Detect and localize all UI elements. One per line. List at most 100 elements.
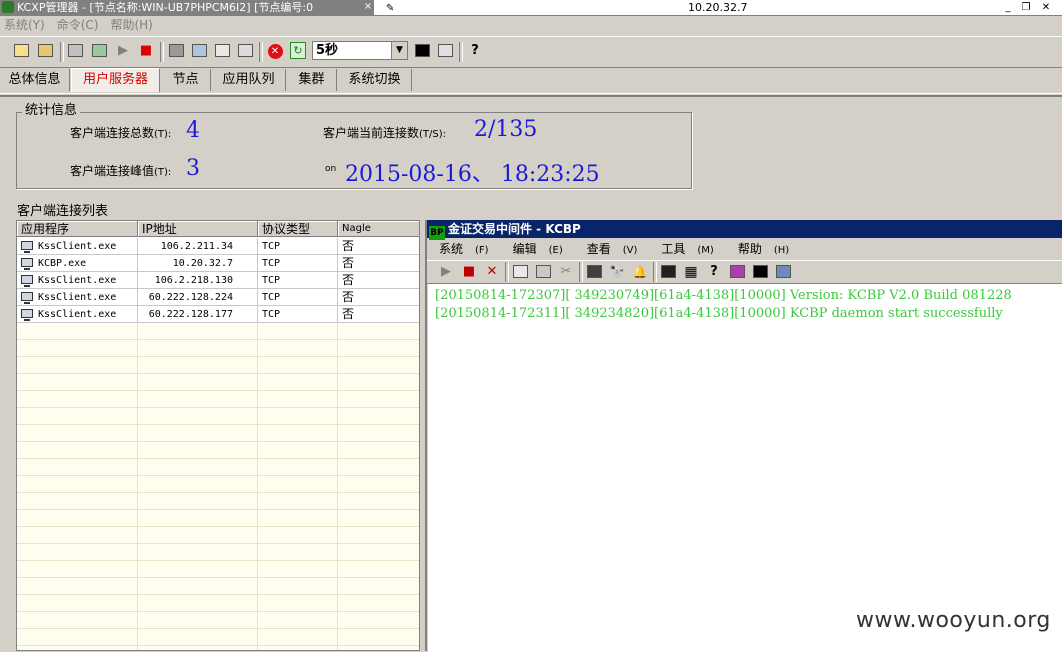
pin-icon[interactable]: ✎ xyxy=(386,1,394,16)
app-icon xyxy=(2,1,14,13)
console-title-bar[interactable]: BP 金证交易中间件 - KCBP xyxy=(427,220,1062,240)
console-menu-system[interactable]: 系统 (F) xyxy=(433,240,495,260)
column-header-nagle[interactable]: Nagle xyxy=(338,221,419,237)
toolbar-separator xyxy=(160,42,164,62)
console-menu-view[interactable]: 查看 (V) xyxy=(581,240,644,260)
console-terminal-icon[interactable] xyxy=(751,263,769,281)
table-row[interactable]: KssClient.exe 106.2.218.130 TCP 否 xyxy=(17,272,419,289)
computer-icon xyxy=(21,292,33,304)
chevron-down-icon[interactable]: ▼ xyxy=(391,42,407,59)
client-list-header: 应用程序 IP地址 协议类型 Nagle xyxy=(17,221,419,237)
table-row[interactable]: KssClient.exe 60.222.128.177 TCP 否 xyxy=(17,306,419,323)
console-menu-help[interactable]: 帮助 (H) xyxy=(732,240,795,260)
kcbp-app-icon: BP xyxy=(429,226,445,240)
menu-system[interactable]: 系统(Y) xyxy=(4,16,45,34)
cell-app-text: KCBP.exe xyxy=(38,258,87,269)
save-icon[interactable] xyxy=(36,42,54,60)
console-monitor-icon[interactable] xyxy=(659,263,677,281)
stop-icon[interactable]: ■ xyxy=(137,42,155,60)
menu-help[interactable]: 帮助(H) xyxy=(110,16,152,34)
client-list-caption: 客户端连接列表 xyxy=(17,204,109,219)
console-play-icon[interactable]: ▶ xyxy=(437,263,455,281)
console-bell-icon[interactable]: 🔔 xyxy=(631,263,649,281)
disk-icon[interactable] xyxy=(66,42,84,60)
console-stop-icon[interactable]: ■ xyxy=(460,263,478,281)
refresh-glyph: ↻ xyxy=(290,42,306,59)
console-camera-icon[interactable] xyxy=(585,263,603,281)
table-row[interactable]: KssClient.exe 60.222.128.224 TCP 否 xyxy=(17,289,419,306)
computer-icon xyxy=(21,309,33,321)
computer-icon xyxy=(21,275,33,287)
console-menu-edit[interactable]: 编辑 (E) xyxy=(507,240,569,260)
console-copy-icon[interactable] xyxy=(511,263,529,281)
current-connections-value: 2/135 xyxy=(474,117,538,142)
menu-command[interactable]: 命令(C) xyxy=(57,16,99,34)
refresh-interval-select[interactable]: 5秒 ▼ xyxy=(312,41,408,60)
cell-nagle: 否 xyxy=(338,255,419,272)
play-icon[interactable]: ▶ xyxy=(114,42,132,60)
help-icon[interactable]: ? xyxy=(466,42,484,60)
peak-connections-text: 客户端连接峰值 xyxy=(70,164,155,178)
log-line: [20150814-172311][ 349234820][61a4-4138]… xyxy=(435,306,1003,321)
tab-divider xyxy=(0,95,1062,97)
tab-nodes[interactable]: 节点 xyxy=(161,69,211,91)
tab-system-switch[interactable]: 系统切换 xyxy=(338,69,412,91)
cell-app-text: KssClient.exe xyxy=(38,309,117,320)
console-screen-icon[interactable] xyxy=(774,263,792,281)
cell-ip: 10.20.32.7 xyxy=(138,255,258,272)
console-delete-icon[interactable]: ✕ xyxy=(483,263,501,281)
camera-icon[interactable] xyxy=(236,42,254,60)
peak-on-label: on xyxy=(325,164,337,174)
console-menu-tools[interactable]: 工具 (M) xyxy=(655,240,719,260)
table-row[interactable]: KssClient.exe 106.2.211.34 TCP 否 xyxy=(17,238,419,255)
current-connections-hotkey: (T/S): xyxy=(419,129,447,140)
recycle-icon[interactable] xyxy=(90,42,108,60)
column-header-ip[interactable]: IP地址 xyxy=(138,221,258,237)
column-header-app[interactable]: 应用程序 xyxy=(17,221,138,237)
window-icon[interactable] xyxy=(213,42,231,60)
console-menu-help-hotkey: (H) xyxy=(773,245,790,256)
cell-ip: 106.2.211.34 xyxy=(138,238,258,255)
tab-overview[interactable]: 总体信息 xyxy=(0,69,70,91)
console-find-icon[interactable]: 🔭 xyxy=(608,263,626,281)
console-menu-help-label: 帮助 xyxy=(737,242,762,256)
cell-app-text: KssClient.exe xyxy=(38,241,117,252)
console-process-icon[interactable] xyxy=(728,263,746,281)
list-view-icon[interactable] xyxy=(436,42,454,60)
restore-button[interactable]: ❐ xyxy=(1018,1,1034,14)
cell-app-text: KssClient.exe xyxy=(38,292,117,303)
column-header-protocol[interactable]: 协议类型 xyxy=(258,221,338,237)
console-paste-icon[interactable] xyxy=(534,263,552,281)
tab-cluster[interactable]: 集群 xyxy=(287,69,337,91)
cell-nagle: 否 xyxy=(338,289,419,306)
console-menu-edit-label: 编辑 xyxy=(512,242,537,256)
monitor-icon[interactable] xyxy=(413,42,431,60)
tab-app-queue[interactable]: 应用队列 xyxy=(212,69,286,91)
tools-icon[interactable] xyxy=(190,42,208,60)
toolbar-separator xyxy=(505,262,509,282)
main-window-title[interactable]: KCXP管理器 - [节点名称:WIN-UB7PHPCM6I2] [节点编号:0 xyxy=(0,0,374,15)
close-tab-icon[interactable]: × xyxy=(362,1,374,13)
toolbar-separator xyxy=(60,42,64,62)
refresh-icon[interactable]: ↻ xyxy=(289,42,307,60)
cell-protocol: TCP xyxy=(258,272,338,289)
minimize-button[interactable]: _ xyxy=(1000,1,1016,14)
open-icon[interactable] xyxy=(12,42,30,60)
cell-app: KssClient.exe xyxy=(17,272,138,289)
table-row[interactable]: KCBP.exe 10.20.32.7 TCP 否 xyxy=(17,255,419,272)
console-menu-view-hotkey: (V) xyxy=(622,245,638,256)
console-log-area[interactable]: [20150814-172307][ 349230749][61a4-4138]… xyxy=(428,283,1062,652)
tab-user-servers[interactable]: 用户服务器 xyxy=(71,68,160,92)
console-menu-system-label: 系统 xyxy=(439,242,464,256)
cube-icon[interactable] xyxy=(167,42,185,60)
red-stop-icon[interactable]: ✕ xyxy=(266,42,284,60)
console-help-icon[interactable]: ? xyxy=(705,263,723,281)
console-menu-system-hotkey: (F) xyxy=(475,245,489,256)
cell-nagle: 否 xyxy=(338,238,419,255)
client-list-table[interactable]: 应用程序 IP地址 协议类型 Nagle KssClient.exe 106.2… xyxy=(16,220,420,651)
console-grid-icon[interactable]: ▦ xyxy=(682,263,700,281)
console-menu-edit-hotkey: (E) xyxy=(548,245,563,256)
close-button[interactable]: ✕ xyxy=(1038,1,1054,14)
console-menu-view-label: 查看 xyxy=(586,242,611,256)
console-cut-icon[interactable]: ✂ xyxy=(557,263,575,281)
